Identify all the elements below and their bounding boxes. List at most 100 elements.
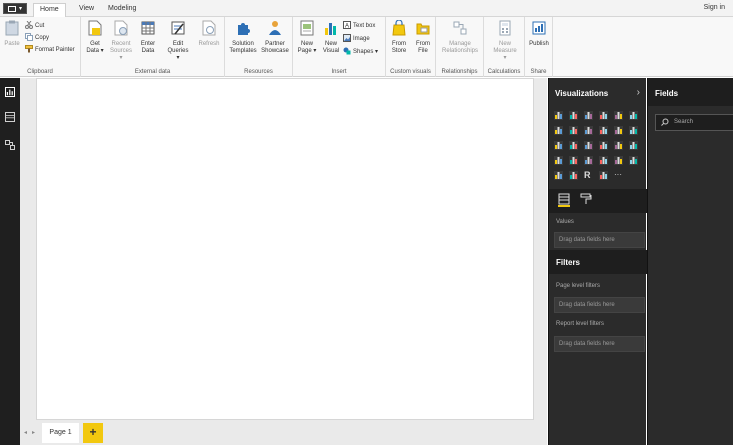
enter-data-button[interactable]: Enter Data: [136, 20, 160, 55]
donut-chart-icon[interactable]: [584, 141, 593, 150]
copy-button[interactable]: Copy: [25, 33, 49, 43]
stacked-area-icon[interactable]: [584, 126, 593, 135]
slicer-icon[interactable]: [629, 156, 638, 165]
custom-visuals-group: From Store From File Custom visuals: [386, 17, 436, 77]
image-label: Image: [353, 36, 370, 42]
from-file-label-2: File: [418, 48, 428, 54]
get-data-icon: [88, 20, 102, 36]
globe-icon[interactable]: [599, 171, 608, 180]
image-button[interactable]: Image: [343, 34, 370, 44]
ribbon-chart-icon[interactable]: [629, 126, 638, 135]
sign-in-link[interactable]: Sign in: [704, 4, 725, 11]
kpi-icon[interactable]: [614, 156, 623, 165]
line-chart-icon[interactable]: [554, 126, 563, 135]
refresh-icon: [202, 20, 216, 36]
page-tabs-bar: ◂ ▸ Page 1 +: [20, 420, 547, 445]
clustered-column-icon[interactable]: [599, 111, 608, 120]
filters-header: Filters: [549, 250, 647, 274]
treemap-icon[interactable]: [599, 141, 608, 150]
map-icon[interactable]: [614, 141, 623, 150]
table-visual-icon[interactable]: [554, 171, 563, 180]
report-canvas[interactable]: [36, 78, 534, 420]
cut-button[interactable]: Cut: [25, 21, 44, 31]
manage-relationships-button[interactable]: Manage Relationships: [441, 20, 479, 55]
solution-templates-button[interactable]: Solution Templates: [228, 20, 258, 55]
cut-label: Cut: [35, 23, 45, 29]
r-visual-icon[interactable]: R: [584, 171, 593, 180]
add-page-button[interactable]: +: [83, 423, 103, 443]
gauge-icon[interactable]: [569, 156, 578, 165]
funnel-icon[interactable]: [554, 156, 563, 165]
100-bar-icon[interactable]: [614, 111, 623, 120]
solution-templates-label-1: Solution: [232, 41, 254, 47]
resources-group-label: Resources: [244, 69, 273, 75]
page-next-icon[interactable]: ▸: [32, 429, 35, 436]
tab-home[interactable]: Home: [33, 3, 66, 17]
values-drop-zone[interactable]: Drag data fields here: [554, 232, 645, 248]
filled-map-icon[interactable]: [629, 141, 638, 150]
partner-showcase-button[interactable]: Partner Showcase: [260, 20, 290, 55]
fields-search-input[interactable]: Search: [655, 114, 733, 131]
shapes-button[interactable]: Shapes ▾: [343, 47, 378, 57]
chevron-down-icon: ▾: [19, 6, 23, 12]
fields-well-tab[interactable]: [558, 193, 570, 207]
paste-button[interactable]: Paste: [1, 20, 23, 48]
filters-title: Filters: [556, 258, 581, 267]
get-data-button[interactable]: Get Data ▾: [83, 20, 107, 55]
publish-button[interactable]: Publish: [527, 20, 551, 48]
visualizations-title: Visualizations: [555, 89, 609, 98]
refresh-button[interactable]: Refresh: [197, 20, 221, 48]
file-menu-button[interactable]: ▾: [3, 3, 27, 14]
matrix-icon[interactable]: [569, 171, 578, 180]
search-placeholder: Search: [674, 119, 694, 125]
edit-queries-button[interactable]: Edit Queries ▾: [166, 20, 190, 62]
edit-queries-icon: [171, 21, 185, 35]
new-visual-button[interactable]: New Visual: [319, 20, 343, 55]
new-measure-button[interactable]: New Measure ▾: [491, 20, 519, 62]
new-page-button[interactable]: New Page ▾: [295, 20, 319, 55]
recent-sources-label-1: Recent: [111, 41, 131, 47]
bar-chart-icon: [325, 23, 336, 35]
text-box-button[interactable]: A Text box: [343, 21, 375, 31]
from-store-label-1: From: [392, 41, 406, 47]
clustered-bar-icon[interactable]: [584, 111, 593, 120]
more-visuals-icon[interactable]: ···: [614, 171, 623, 180]
chevron-right-icon[interactable]: ›: [637, 87, 640, 98]
relationships-view-icon[interactable]: [5, 140, 15, 150]
recent-sources-label-2: Sources ▾: [109, 48, 132, 61]
report-view-icon[interactable]: [5, 87, 15, 97]
page-prev-icon[interactable]: ◂: [24, 429, 27, 436]
stacked-bar-icon[interactable]: [554, 111, 563, 120]
line-clustered-icon[interactable]: [614, 126, 623, 135]
recent-sources-button[interactable]: Recent Sources ▾: [109, 20, 133, 62]
text-box-icon: A: [343, 21, 351, 30]
format-tab[interactable]: [580, 193, 592, 207]
area-chart-icon[interactable]: [569, 126, 578, 135]
external-data-group-label: External data: [134, 69, 171, 75]
report-filters-drop-zone[interactable]: Drag data fields here: [554, 336, 645, 352]
card-icon[interactable]: [584, 156, 593, 165]
multi-row-card-icon[interactable]: [599, 156, 608, 165]
solution-templates-label-2: Templates: [229, 48, 257, 54]
pie-chart-icon[interactable]: [569, 141, 578, 150]
relationships-icon: [453, 21, 467, 35]
file-menu-icon: [8, 6, 16, 12]
new-page-label-1: New: [300, 41, 313, 47]
line-column-icon[interactable]: [599, 126, 608, 135]
page-tab-1[interactable]: Page 1: [42, 423, 79, 443]
page-filters-drop-zone[interactable]: Drag data fields here: [554, 297, 645, 313]
100-column-icon[interactable]: [629, 111, 638, 120]
data-view-icon[interactable]: [5, 112, 15, 122]
tab-view[interactable]: View: [73, 3, 100, 17]
from-file-button[interactable]: From File: [411, 20, 435, 55]
report-level-filters-label: Report level filters: [556, 321, 605, 327]
tab-modeling[interactable]: Modeling: [102, 3, 142, 17]
fields-well-icon: [558, 193, 570, 205]
enter-data-label-1: Enter: [140, 41, 156, 47]
scatter-chart-icon[interactable]: [554, 141, 563, 150]
format-painter-button[interactable]: Format Painter: [25, 45, 75, 55]
stacked-column-icon[interactable]: [569, 111, 578, 120]
from-store-button[interactable]: From Store: [387, 19, 411, 55]
calculator-icon: [499, 20, 511, 36]
new-page-icon: [300, 20, 314, 36]
